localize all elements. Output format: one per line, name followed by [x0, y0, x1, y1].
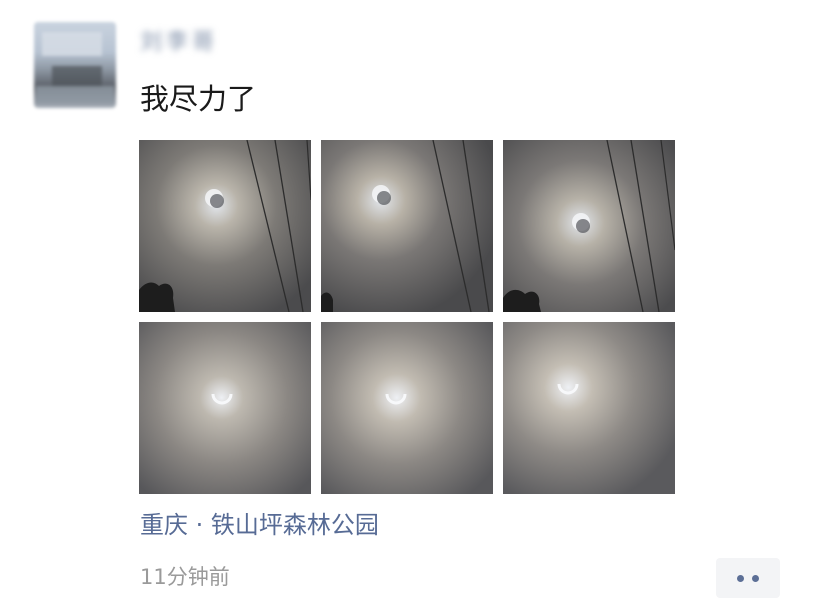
photo-thumbnail[interactable]	[139, 140, 311, 312]
avatar-blur-block	[42, 32, 102, 56]
avatar-blur-block	[52, 66, 102, 88]
photo-grid	[139, 140, 675, 494]
photo-thumbnail[interactable]	[503, 140, 675, 312]
solar-eclipse-photo-icon	[503, 322, 675, 494]
more-dots-icon	[737, 574, 744, 582]
nickname[interactable]: 刘李哥	[140, 28, 244, 58]
solar-eclipse-photo-icon	[321, 322, 493, 494]
solar-eclipse-photo-icon	[139, 140, 311, 312]
post-time: 11分钟前	[140, 565, 230, 589]
photo-thumbnail[interactable]	[139, 322, 311, 494]
more-dots-icon	[752, 574, 759, 582]
location-link[interactable]: 重庆 · 铁山坪森林公园	[140, 508, 379, 542]
solar-eclipse-photo-icon	[321, 140, 493, 312]
post-text: 我尽力了	[140, 82, 257, 116]
photo-thumbnail[interactable]	[321, 140, 493, 312]
solar-eclipse-photo-icon	[503, 140, 675, 312]
more-button[interactable]	[716, 558, 780, 598]
solar-eclipse-photo-icon	[139, 322, 311, 494]
avatar[interactable]	[34, 22, 116, 108]
photo-thumbnail[interactable]	[321, 322, 493, 494]
avatar-blur-block	[36, 86, 114, 104]
photo-thumbnail[interactable]	[503, 322, 675, 494]
